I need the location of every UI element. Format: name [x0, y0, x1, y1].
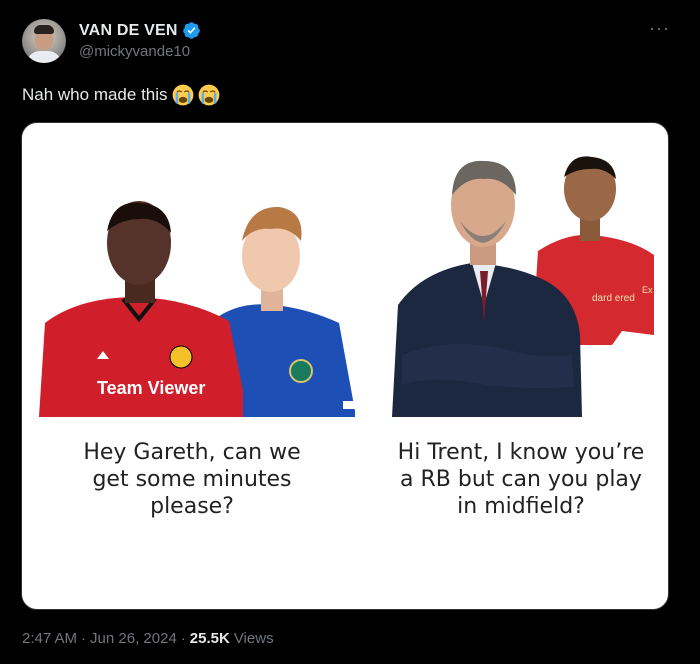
right-meme-photo: dard ered Ex — [392, 156, 654, 417]
tweet-time[interactable]: 2:47 AM — [22, 630, 77, 647]
loudly-crying-face-icon — [172, 84, 193, 106]
tweet-body: Nah who made this — [22, 84, 220, 106]
left-caption: Hey Gareth, can we get some minutes plea… — [83, 440, 301, 519]
views-count: 25.5K — [189, 630, 230, 647]
author-handle[interactable]: @mickyvande10 — [79, 43, 190, 60]
tweet-text: Nah who made this — [22, 85, 168, 104]
author-name-row[interactable]: VAN DE VEN — [79, 21, 201, 40]
right-shirt-sponsor: dard ered — [592, 293, 635, 304]
verified-badge-icon — [182, 22, 200, 39]
left-shirt-sponsor: Team Viewer — [97, 378, 205, 398]
tweet-date[interactable]: Jun 26, 2024 — [90, 630, 177, 647]
author-display-name[interactable]: VAN DE VEN — [79, 22, 178, 40]
right-caption: Hi Trent, I know you’re a RB but can you… — [397, 440, 645, 519]
meta-separator: · — [81, 630, 87, 647]
right-sleeve-text: Ex — [642, 285, 653, 295]
left-meme-photo: Team Viewer — [39, 201, 355, 417]
loudly-crying-face-icon — [198, 84, 219, 106]
meta-separator: · — [180, 630, 186, 647]
views-label: Views — [233, 630, 274, 647]
tweet-meta: 2:47 AM · Jun 26, 2024 · 25.5K Views — [22, 630, 274, 647]
tweet-header: VAN DE VEN @mickyvande10 ··· — [22, 19, 680, 67]
author-avatar[interactable] — [22, 19, 66, 63]
tweet-media-image[interactable]: Team Viewer dard ered Ex Hey Gareth, can… — [21, 122, 669, 610]
more-options-icon[interactable]: ··· — [649, 19, 670, 37]
